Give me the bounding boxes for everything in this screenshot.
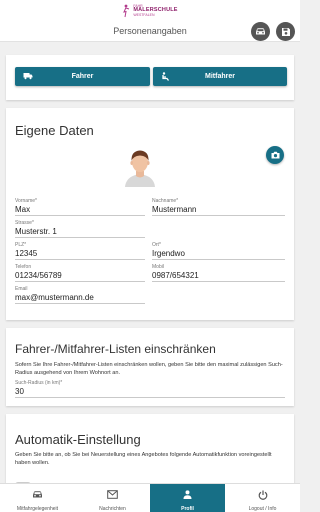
nav-item-nachrichten[interactable]: Nachrichten (75, 484, 150, 512)
nav-item-logout[interactable]: Logout / Info (225, 484, 300, 512)
strasse-label: Strasse* (15, 220, 34, 226)
nav-label-nachrichten: Nachrichten (99, 506, 126, 512)
strasse-field[interactable]: Strasse* Musterstr. 1 (15, 220, 145, 238)
nachname-label: Nachname* (152, 198, 179, 204)
telefon-field[interactable]: Telefon 01234/56789 (15, 264, 145, 282)
save-icon (281, 27, 290, 36)
ort-input[interactable]: Irgendwo (152, 249, 285, 260)
logo-figure-icon (123, 4, 130, 18)
logo-sub-text: WESTFALEN (133, 12, 155, 17)
nav-item-mitfahrgelegenheit[interactable]: Mitfahrgelegenheit (0, 484, 75, 512)
nav-item-profil[interactable]: Profil (150, 484, 225, 512)
plz-field[interactable]: PLZ* 12345 (15, 242, 145, 260)
email-field[interactable]: Email max@mustermann.de (15, 286, 145, 304)
fahrer-button[interactable]: Fahrer (15, 67, 150, 86)
page-header: Personenangaben (0, 22, 300, 42)
section-title-automatik: Automatik-Einstellung (15, 432, 141, 447)
automatik-description: Geben Sie bitte an, ob Sie bei Neuerstel… (15, 452, 272, 466)
plz-label: PLZ* (15, 242, 27, 248)
mitfahrer-button-label: Mitfahrer (205, 73, 235, 80)
fahrer-button-label: Fahrer (71, 73, 94, 80)
save-header-button[interactable] (276, 22, 295, 41)
section-title-eigene-daten: Eigene Daten (15, 123, 94, 138)
truck-icon (23, 73, 33, 80)
nachname-field[interactable]: Nachname* Mustermann (152, 198, 285, 216)
telefon-label: Telefon (15, 264, 32, 270)
nachname-input[interactable]: Mustermann (152, 205, 285, 216)
ort-field[interactable]: Ort* Irgendwo (152, 242, 285, 260)
camera-icon (271, 151, 279, 159)
avatar (125, 150, 155, 187)
car-icon (256, 28, 265, 35)
email-input[interactable]: max@mustermann.de (15, 293, 145, 304)
filter-description: Sofern Sie Ihre Fahrer-/Mitfahrer-Listen… (15, 362, 283, 376)
personal-data-card: Eigene Daten Vorname* Max Nachname* Must… (6, 108, 294, 320)
nav-label-mitfahrgelegenheit: Mitfahrgelegenheit (16, 506, 59, 512)
vorname-field[interactable]: Vorname* Max (15, 198, 145, 216)
nav-label-profil: Profil (181, 506, 194, 512)
email-label: Email (15, 286, 28, 292)
plz-input[interactable]: 12345 (15, 249, 145, 260)
change-photo-button[interactable] (266, 146, 284, 164)
car-icon (33, 491, 42, 498)
nav-label-logout: Logout / Info (248, 506, 277, 512)
telefon-input[interactable]: 01234/56789 (15, 271, 145, 282)
section-title-filter: Fahrer-/Mitfahrer-Listen einschränken (15, 342, 216, 356)
app-logo: FAHR MALERSCHULE WESTFALEN (122, 4, 177, 18)
radius-field[interactable]: Such-Radius (in km)* 30 (15, 380, 285, 398)
automatik-card: Automatik-Einstellung Geben Sie bitte an… (6, 414, 294, 494)
logo-bar: FAHR MALERSCHULE WESTFALEN (0, 0, 300, 22)
radius-input[interactable]: 30 (15, 387, 285, 398)
mail-icon (107, 490, 118, 499)
mobil-input[interactable]: 0987/654321 (152, 271, 285, 282)
car-header-button[interactable] (251, 22, 270, 41)
power-icon (258, 490, 267, 500)
passenger-seat-icon (162, 72, 170, 81)
mobil-field[interactable]: Mobil 0987/654321 (152, 264, 285, 282)
bottom-navigation: Mitfahrgelegenheit Nachrichten Profil Lo… (0, 483, 300, 512)
vorname-label: Vorname* (15, 198, 37, 204)
mitfahrer-button[interactable]: Mitfahrer (153, 67, 287, 86)
strasse-input[interactable]: Musterstr. 1 (15, 227, 145, 238)
radius-label: Such-Radius (in km)* (15, 380, 63, 386)
person-icon (183, 490, 192, 499)
ort-label: Ort* (152, 242, 161, 248)
list-filter-card: Fahrer-/Mitfahrer-Listen einschränken So… (6, 328, 294, 406)
vorname-input[interactable]: Max (15, 205, 145, 216)
mobil-label: Mobil (152, 264, 164, 270)
role-switch-card: Fahrer Mitfahrer (6, 55, 294, 100)
